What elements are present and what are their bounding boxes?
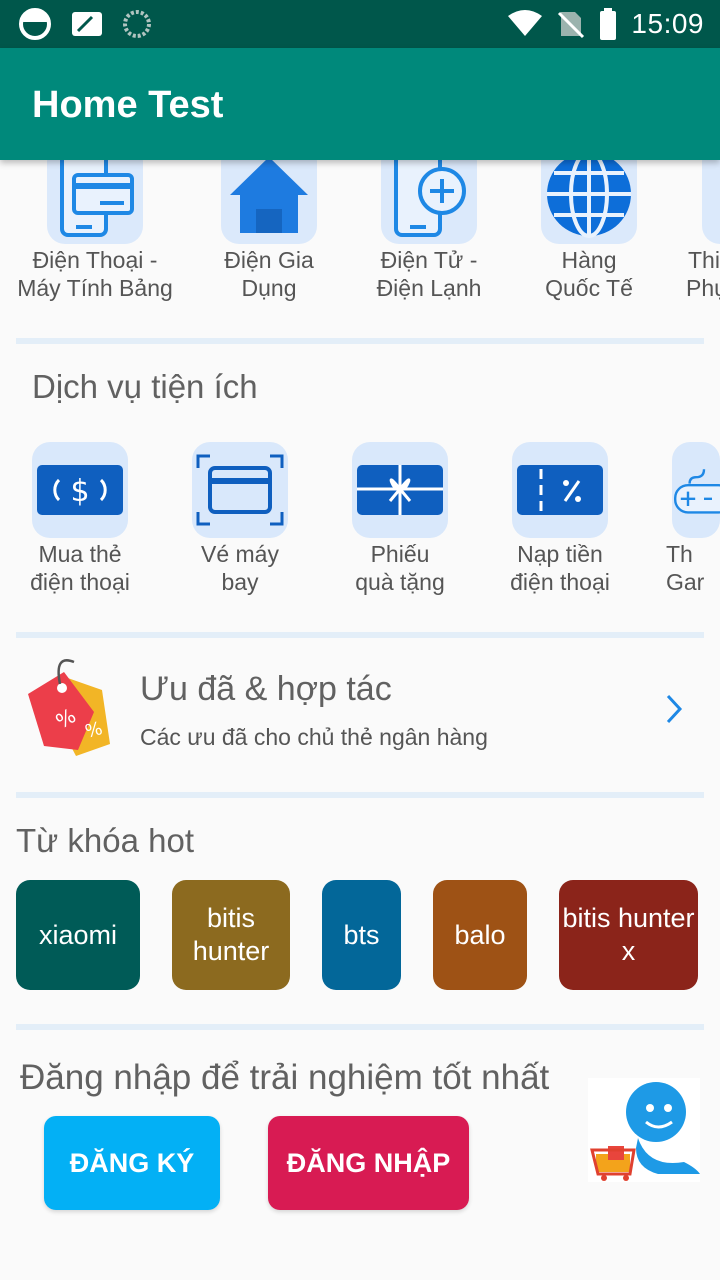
category-tile xyxy=(47,160,143,244)
service-label-2: điện thoại xyxy=(30,569,130,595)
category-phone-tablet[interactable]: Điện Thoại - Máy Tính Bảng xyxy=(10,160,180,302)
category-home-appliances[interactable]: Điện Gia Dụng xyxy=(184,160,354,302)
service-tile xyxy=(352,442,448,538)
keywords-title: Từ khóa hot xyxy=(16,822,195,859)
keyword-chip[interactable]: bts xyxy=(322,880,401,990)
category-row[interactable]: Điện Thoại - Máy Tính Bảng Điện Gia Dụng xyxy=(0,160,720,304)
category-label-2: Phụ xyxy=(686,275,720,301)
service-label-1: Nạp tiền xyxy=(517,541,603,567)
service-tile xyxy=(192,442,288,538)
service-tile xyxy=(512,442,608,538)
chevron-right-icon[interactable] xyxy=(662,692,686,726)
divider xyxy=(16,1024,704,1030)
house-icon xyxy=(230,160,308,233)
login-button[interactable]: ĐĂNG NHẬP xyxy=(268,1116,469,1210)
category-label-1: Hàng xyxy=(561,247,617,273)
category-tile xyxy=(381,160,477,244)
service-phone-topup[interactable]: Nạp tiền điện thoại xyxy=(480,442,640,596)
keyword-chip[interactable]: balo xyxy=(433,880,527,990)
keyword-chip[interactable]: xiaomi xyxy=(16,880,140,990)
service-label-1: Mua thẻ xyxy=(38,541,122,567)
service-label-1: Vé máy xyxy=(201,541,279,567)
promo-banner[interactable]: % % Ưu đã & hợp tác Các ưu đã cho chủ th… xyxy=(0,644,720,784)
percent-card-icon xyxy=(517,465,603,515)
divider xyxy=(16,338,704,344)
category-international[interactable]: Hàng Quốc Tế xyxy=(504,160,674,302)
keyword-chip[interactable]: bitis hunter x xyxy=(559,880,698,990)
promo-subtitle: Các ưu đã cho chủ thẻ ngân hàng xyxy=(140,724,488,750)
service-flight-ticket[interactable]: Vé máy bay xyxy=(160,442,320,596)
gift-card-icon xyxy=(357,465,443,515)
divider xyxy=(16,632,704,638)
service-label-2: bay xyxy=(221,569,259,595)
mascot-shopping-icon xyxy=(588,1078,700,1182)
service-gift-voucher[interactable]: Phiếu quà tặng xyxy=(320,442,480,596)
app-bar: Home Test xyxy=(0,48,720,160)
category-tile xyxy=(702,160,720,244)
service-phone-card[interactable]: $ Mua thẻ điện thoại xyxy=(0,442,160,596)
no-signal-icon xyxy=(558,11,585,39)
category-label-2: Điện Lạnh xyxy=(376,275,482,301)
service-label-2: điện thoại xyxy=(510,569,610,595)
service-partial[interactable]: Th Gar xyxy=(640,442,720,596)
dollar-card-icon: $ xyxy=(37,465,123,515)
ticket-card-icon xyxy=(196,454,284,526)
services-title: Dịch vụ tiện ích xyxy=(32,368,258,405)
divider xyxy=(16,792,704,798)
category-label-2: Quốc Tế xyxy=(545,275,633,301)
app-title: Home Test xyxy=(32,84,224,126)
discount-tag-icon: % % xyxy=(28,659,110,756)
service-label-1: Phiếu xyxy=(370,541,430,567)
wifi-icon xyxy=(508,10,543,36)
category-label-1: Điện Thoại - xyxy=(32,247,158,273)
category-partial[interactable]: Thi Phụ xyxy=(664,160,720,302)
status-bar: 15:09 xyxy=(0,0,720,48)
register-button[interactable]: ĐĂNG KÝ xyxy=(44,1116,220,1210)
keyword-chip[interactable]: bitis hunter xyxy=(172,880,290,990)
clock: 15:09 xyxy=(631,8,704,39)
category-label-1: Điện Tử - xyxy=(380,247,478,273)
category-tile xyxy=(541,160,637,244)
service-label-2: Gar xyxy=(666,569,705,595)
category-label-2: Dụng xyxy=(241,275,297,301)
battery-icon xyxy=(600,8,617,40)
service-tile xyxy=(672,442,720,538)
globe-icon xyxy=(547,160,631,238)
loading-icon xyxy=(123,10,151,38)
category-label-1: Điện Gia xyxy=(224,247,314,273)
main-content[interactable]: Điện Thoại - Máy Tính Bảng Điện Gia Dụng xyxy=(0,160,720,1280)
category-electronics[interactable]: Điện Tử - Điện Lạnh xyxy=(344,160,514,302)
sim-card-icon xyxy=(72,12,102,36)
phone-plus-icon xyxy=(394,160,466,237)
tablet-card-icon xyxy=(60,160,134,237)
category-tile xyxy=(221,160,317,244)
promo-title: Ưu đã & hợp tác xyxy=(140,670,392,708)
gamepad-icon xyxy=(674,469,720,514)
service-label-2: quà tặng xyxy=(355,569,445,595)
login-prompt: Đăng nhập để trải nghiệm tốt nhất xyxy=(20,1058,550,1097)
category-label-2: Máy Tính Bảng xyxy=(17,275,173,301)
service-label-1: Th xyxy=(666,541,693,567)
category-label-1: Thi xyxy=(688,247,720,273)
service-tile: $ xyxy=(32,442,128,538)
notification-circle-icon xyxy=(19,8,51,40)
svg-text:$: $ xyxy=(70,474,89,509)
